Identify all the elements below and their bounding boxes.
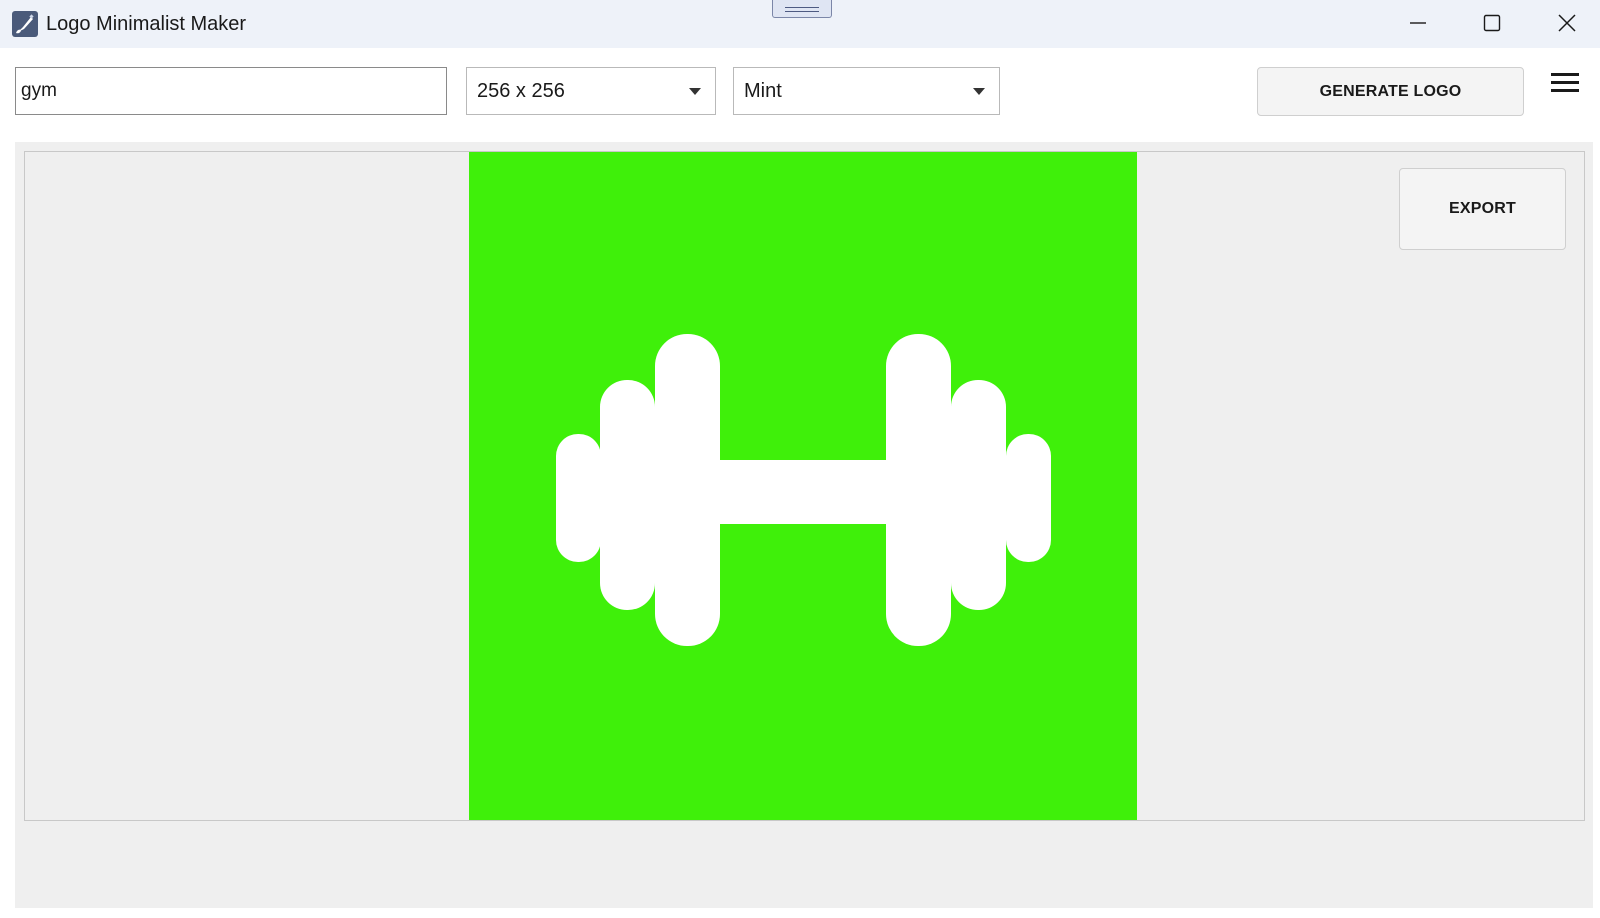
chevron-down-icon (973, 88, 985, 95)
pen-brush-icon (12, 11, 38, 37)
minimize-icon (1410, 22, 1426, 24)
snap-layout-handle[interactable] (772, 0, 832, 18)
minimize-button[interactable] (1381, 0, 1455, 46)
hamburger-menu-icon[interactable] (1551, 73, 1581, 95)
size-dropdown-value: 256 x 256 (477, 80, 565, 102)
app-window: Logo Minimalist Maker 256 x 256 (0, 0, 1600, 918)
dumbbell-icon (469, 152, 1137, 820)
prompt-input[interactable] (15, 67, 447, 115)
maximize-icon (1483, 14, 1501, 32)
maximize-button[interactable] (1455, 0, 1529, 46)
size-dropdown[interactable]: 256 x 256 (466, 67, 716, 115)
generate-logo-button[interactable]: GENERATE LOGO (1257, 67, 1524, 116)
close-icon (1558, 14, 1576, 32)
title-bar[interactable]: Logo Minimalist Maker (0, 0, 1600, 48)
export-button[interactable]: EXPORT (1399, 168, 1566, 250)
style-dropdown[interactable]: Mint (733, 67, 1000, 115)
chevron-down-icon (689, 88, 701, 95)
close-button[interactable] (1530, 0, 1600, 46)
window-title: Logo Minimalist Maker (46, 13, 247, 35)
style-dropdown-value: Mint (744, 80, 782, 102)
